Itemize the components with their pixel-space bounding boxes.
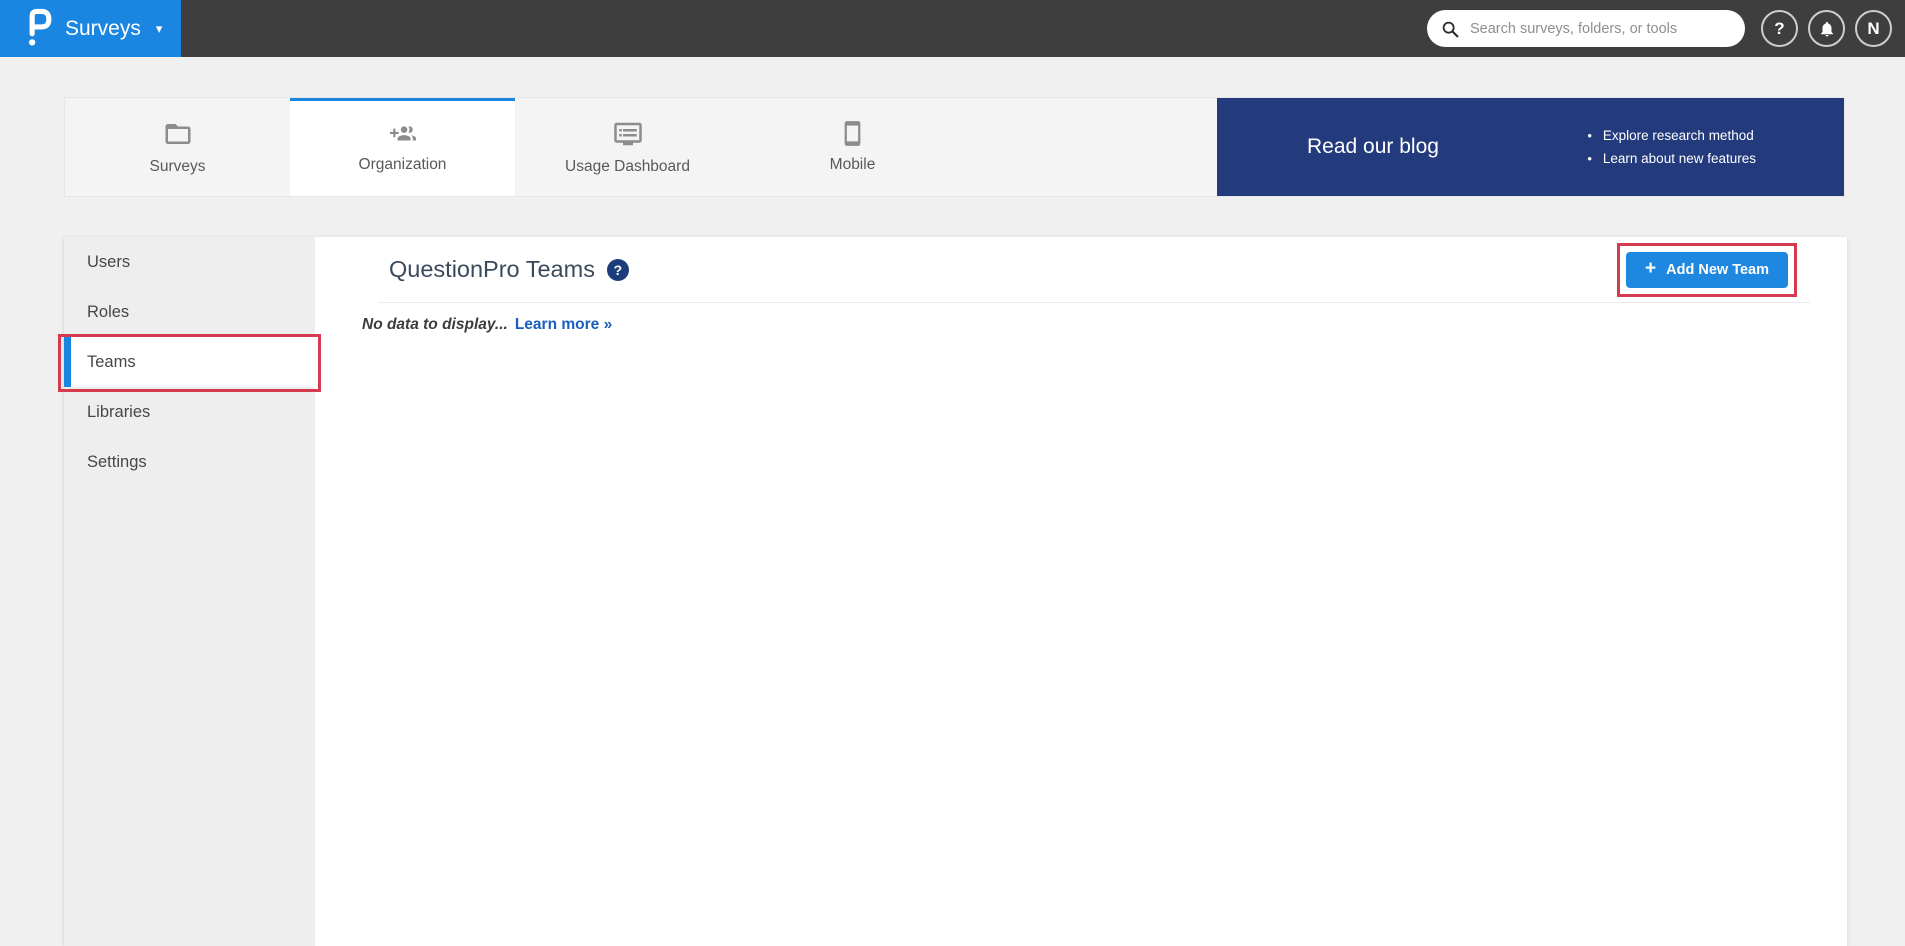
plus-icon: + <box>1645 259 1656 278</box>
folder-icon <box>163 119 193 149</box>
tab-organization-label: Organization <box>359 156 447 174</box>
help-button[interactable]: ? <box>1761 10 1798 47</box>
sidebar-item-label: Roles <box>87 303 129 322</box>
organization-sidebar: Users Roles Teams Libraries Settings <box>64 237 315 946</box>
tab-surveys-label: Surveys <box>150 158 206 176</box>
sidebar-item-settings[interactable]: Settings <box>64 437 315 487</box>
product-switcher-label: Surveys <box>65 17 141 41</box>
questionpro-logo <box>25 4 52 54</box>
banner-bullet-item: • Explore research method <box>1587 128 1756 143</box>
sidebar-item-label: Libraries <box>87 403 150 422</box>
banner-item-label: Explore research method <box>1603 128 1754 143</box>
notifications-button[interactable] <box>1808 10 1845 47</box>
empty-state: No data to display... Learn more » <box>362 316 1847 334</box>
tab-usage-dashboard[interactable]: Usage Dashboard <box>515 98 740 196</box>
tab-mobile-label: Mobile <box>830 156 876 174</box>
tab-mobile[interactable]: Mobile <box>740 98 965 196</box>
blog-banner-title: Read our blog <box>1307 135 1439 159</box>
banner-bullet-item: • Learn about new features <box>1587 151 1756 166</box>
search-icon <box>1441 20 1459 38</box>
add-new-team-button[interactable]: + Add New Team <box>1626 252 1788 288</box>
sidebar-item-label: Settings <box>87 453 147 472</box>
chevron-down-icon: ▾ <box>156 21 163 37</box>
add-team-button-wrap: + Add New Team <box>1626 252 1788 288</box>
smartphone-icon <box>839 120 866 147</box>
title-help-icon[interactable]: ? <box>607 259 629 281</box>
sidebar-item-label: Users <box>87 253 130 272</box>
sidebar-item-teams[interactable]: Teams <box>64 337 315 387</box>
user-avatar[interactable]: N <box>1855 10 1892 47</box>
question-mark-icon: ? <box>614 262 623 278</box>
empty-state-text: No data to display... <box>362 316 508 334</box>
main-nav-tabs: Surveys Organization Usage Dashboard Mob… <box>64 97 1845 197</box>
content-panel: Users Roles Teams Libraries Settings Que… <box>64 237 1847 946</box>
avatar-initial: N <box>1867 19 1879 39</box>
sidebar-item-libraries[interactable]: Libraries <box>64 387 315 437</box>
sidebar-item-users[interactable]: Users <box>64 237 315 287</box>
add-new-team-label: Add New Team <box>1666 262 1769 278</box>
bullet-icon: • <box>1587 129 1592 142</box>
sidebar-item-roles[interactable]: Roles <box>64 287 315 337</box>
tab-organization[interactable]: Organization <box>290 98 515 196</box>
blog-banner-list: • Explore research method • Learn about … <box>1587 128 1756 166</box>
page-title: QuestionPro Teams <box>389 256 595 283</box>
content-header: QuestionPro Teams ? + Add New Team <box>378 237 1810 303</box>
topbar-actions: ? N <box>1761 10 1892 47</box>
product-switcher[interactable]: Surveys ▾ <box>0 0 181 57</box>
usage-dashboard-icon <box>613 119 643 149</box>
teams-content: QuestionPro Teams ? + Add New Team No da… <box>315 237 1847 946</box>
question-mark-icon: ? <box>1774 19 1784 39</box>
questionpro-app: Surveys ▾ ? N <box>0 0 1905 946</box>
tab-usage-dashboard-label: Usage Dashboard <box>565 158 690 176</box>
bell-icon <box>1818 20 1836 38</box>
blog-banner[interactable]: Read our blog • Explore research method … <box>1217 98 1844 196</box>
tab-surveys[interactable]: Surveys <box>65 98 290 196</box>
search-box <box>1427 10 1745 47</box>
sidebar-item-label: Teams <box>87 353 136 372</box>
search-input[interactable] <box>1468 20 1731 38</box>
learn-more-link[interactable]: Learn more » <box>515 316 612 334</box>
group-add-icon <box>387 121 419 147</box>
banner-item-label: Learn about new features <box>1603 151 1756 166</box>
top-bar: Surveys ▾ ? N <box>0 0 1905 57</box>
bullet-icon: • <box>1587 152 1592 165</box>
